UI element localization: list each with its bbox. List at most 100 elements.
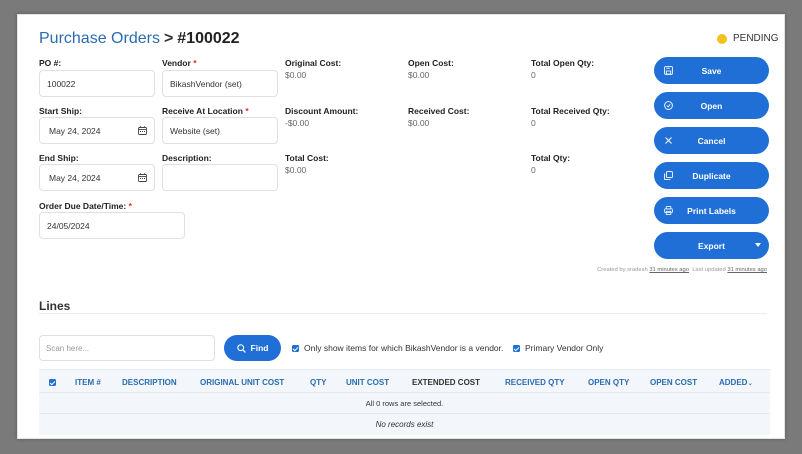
- description-label: Description:: [162, 153, 212, 163]
- search-icon: [236, 343, 246, 353]
- column-extended-cost[interactable]: EXTENDED COST: [412, 378, 480, 387]
- vendor-label-text: Vendor: [162, 58, 191, 68]
- start-ship-value: May 24, 2024: [49, 125, 101, 136]
- save-icon: [664, 66, 673, 75]
- duplicate-button[interactable]: Duplicate: [654, 162, 769, 189]
- export-button-label: Export: [698, 240, 725, 251]
- end-ship-label: End Ship:: [39, 153, 79, 163]
- check-circle-icon: [664, 101, 673, 110]
- po-number-field[interactable]: 100022: [39, 70, 155, 97]
- total-received-qty-value: 0: [531, 118, 536, 128]
- total-open-qty-value: 0: [531, 70, 536, 80]
- section-divider: [39, 313, 767, 314]
- receive-location-value: Website (set): [170, 125, 220, 136]
- lines-section-title: Lines: [39, 299, 71, 313]
- status-dot-icon: [717, 33, 727, 44]
- required-marker: *: [128, 201, 132, 211]
- end-ship-field[interactable]: May 24, 2024: [39, 164, 155, 191]
- discount-amount-label: Discount Amount:: [285, 106, 359, 116]
- created-by-text: Created by sradesh: [597, 267, 648, 273]
- page-title: #100022: [177, 30, 240, 47]
- po-number-value: 100022: [47, 78, 76, 89]
- breadcrumb-purchase-orders-link[interactable]: Purchase Orders: [39, 30, 160, 47]
- total-cost-label: Total Cost:: [285, 153, 329, 163]
- received-cost-label: Received Cost:: [408, 106, 470, 116]
- cancel-button-label: Cancel: [697, 135, 726, 146]
- end-ship-value: May 24, 2024: [49, 172, 101, 183]
- receive-location-label: Receive At Location *: [162, 106, 249, 116]
- start-ship-field[interactable]: May 24, 2024: [39, 117, 155, 144]
- audit-info: Created by sradesh 31 minutes ago Last u…: [597, 267, 767, 273]
- vendor-field[interactable]: BikashVendor (set): [162, 70, 278, 97]
- select-all-checkbox[interactable]: [49, 379, 56, 386]
- total-open-qty-label: Total Open Qty:: [531, 58, 595, 68]
- order-due-field[interactable]: 24/05/2024: [39, 212, 185, 239]
- status-label: PENDING: [733, 33, 779, 44]
- printer-icon: [664, 206, 673, 215]
- copy-icon: [664, 171, 673, 180]
- empty-state-message: No records exist: [39, 413, 770, 435]
- column-added-label: ADDED: [719, 378, 748, 387]
- purchase-order-page: Purchase Orders > #100022 PENDING PO #: 10…: [17, 14, 785, 439]
- find-button[interactable]: Find: [224, 335, 281, 361]
- only-vendor-items-label: Only show items for which BikashVendor i…: [304, 343, 504, 353]
- start-ship-label: Start Ship:: [39, 106, 82, 116]
- column-open-qty[interactable]: OPEN QTY: [588, 378, 629, 387]
- po-number-label: PO #:: [39, 58, 62, 68]
- column-received-qty[interactable]: RECEIVED QTY: [505, 378, 565, 387]
- scan-input[interactable]: Scan here...: [39, 335, 215, 361]
- save-button[interactable]: Save: [654, 57, 769, 84]
- original-cost-value: $0.00: [285, 70, 307, 80]
- created-time: 31 minutes ago: [649, 267, 689, 273]
- lines-table-header: ITEM # DESCRIPTION ORIGINAL UNIT COST QT…: [39, 369, 770, 393]
- order-due-value: 24/05/2024: [47, 220, 90, 231]
- updated-time: 31 minutes ago: [727, 267, 767, 273]
- calendar-icon[interactable]: [138, 173, 147, 182]
- total-received-qty-label: Total Received Qty:: [531, 106, 610, 116]
- breadcrumb-separator: >: [163, 30, 174, 47]
- total-qty-value: 0: [531, 165, 536, 175]
- calendar-icon[interactable]: [138, 126, 147, 135]
- breadcrumb: Purchase Orders > #100022: [39, 30, 240, 48]
- receive-location-field[interactable]: Website (set): [162, 117, 278, 144]
- print-labels-button-label: Print Labels: [687, 205, 736, 216]
- duplicate-button-label: Duplicate: [692, 170, 731, 181]
- selection-summary: All 0 rows are selected.: [39, 393, 770, 413]
- only-vendor-items-checkbox[interactable]: [292, 345, 299, 352]
- original-cost-label: Original Cost:: [285, 58, 342, 68]
- total-qty-label: Total Qty:: [531, 153, 571, 163]
- open-button[interactable]: Open: [654, 92, 769, 119]
- received-cost-value: $0.00: [408, 118, 430, 128]
- description-field[interactable]: [162, 164, 278, 191]
- vendor-label: Vendor *: [162, 58, 197, 68]
- cancel-button[interactable]: Cancel: [654, 127, 769, 154]
- column-item-number[interactable]: ITEM #: [75, 378, 101, 387]
- sort-chevron-down-icon: ⌄: [747, 380, 753, 387]
- column-open-cost[interactable]: OPEN COST: [650, 378, 697, 387]
- required-marker: *: [245, 106, 249, 116]
- export-button[interactable]: Export: [654, 232, 769, 259]
- status-badge: PENDING: [717, 33, 779, 44]
- chevron-down-icon[interactable]: [755, 243, 761, 247]
- updated-text: Last updated: [692, 267, 726, 273]
- column-added[interactable]: ADDED⌄: [719, 378, 753, 387]
- order-due-label: Order Due Date/Time: *: [39, 201, 132, 211]
- primary-vendor-label: Primary Vendor Only: [525, 343, 604, 353]
- column-qty[interactable]: QTY: [310, 378, 326, 387]
- open-button-label: Open: [700, 100, 723, 111]
- discount-amount-value: -$0.00: [285, 118, 310, 128]
- total-cost-value: $0.00: [285, 165, 307, 175]
- open-cost-value: $0.00: [408, 70, 430, 80]
- column-unit-cost[interactable]: UNIT COST: [346, 378, 389, 387]
- print-labels-button[interactable]: Print Labels: [654, 197, 769, 224]
- order-due-label-text: Order Due Date/Time:: [39, 201, 127, 211]
- required-marker: *: [193, 58, 197, 68]
- vendor-value: BikashVendor (set): [170, 78, 242, 89]
- save-button-label: Save: [701, 65, 722, 76]
- column-original-unit-cost[interactable]: ORIGINAL UNIT COST: [200, 378, 284, 387]
- primary-vendor-checkbox[interactable]: [513, 345, 520, 352]
- receive-location-label-text: Receive At Location: [162, 106, 243, 116]
- open-cost-label: Open Cost:: [408, 58, 454, 68]
- column-description[interactable]: DESCRIPTION: [122, 378, 177, 387]
- find-button-label: Find: [250, 343, 269, 353]
